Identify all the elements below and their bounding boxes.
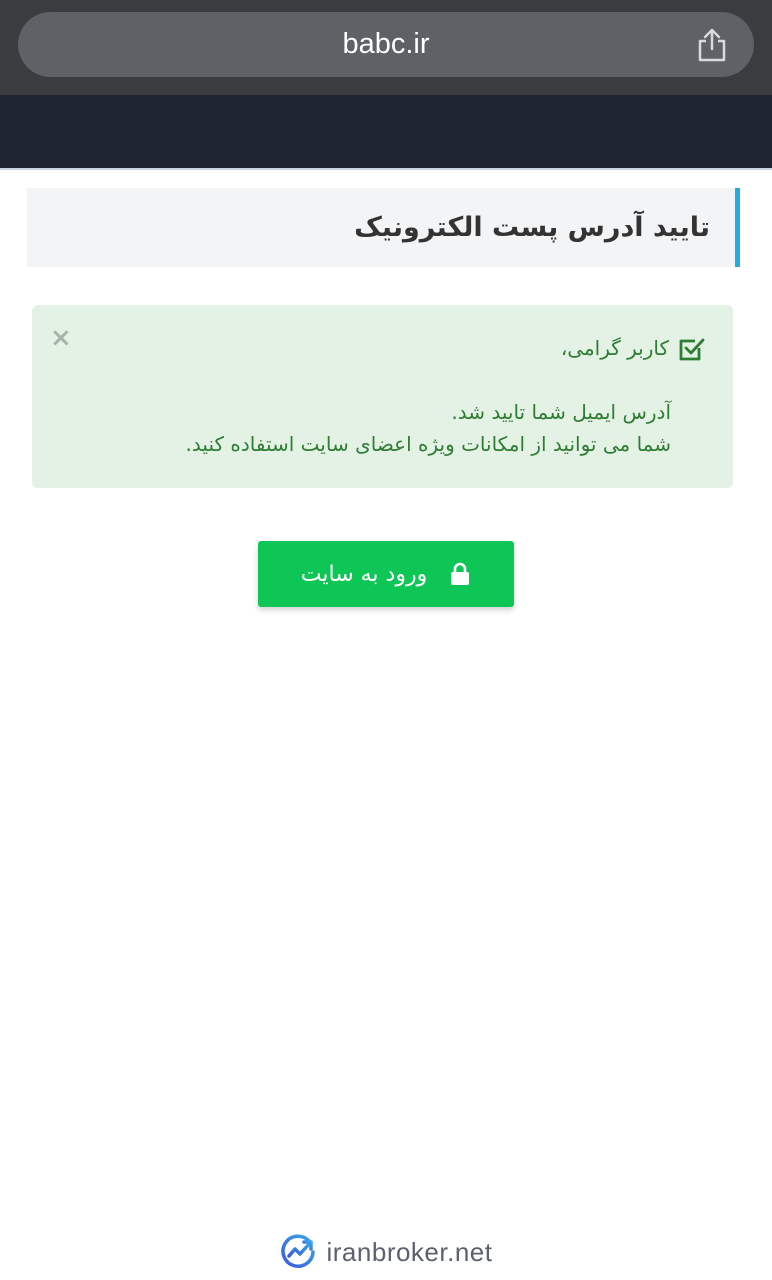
success-alert: × کاربر گرامی، آدرس ایمیل شما تایید شد. …	[32, 305, 733, 488]
close-icon[interactable]: ×	[50, 323, 72, 353]
alert-message-line: آدرس ایمیل شما تایید شد.	[451, 400, 671, 424]
login-button-label: ورود به سایت	[300, 561, 428, 587]
footer-brand: iranbroker.net	[0, 1232, 772, 1272]
page-title-box: تایید آدرس پست الکترونیک	[27, 188, 740, 267]
page-title: تایید آدرس پست الکترونیک	[354, 212, 710, 243]
share-icon[interactable]	[694, 27, 730, 63]
checkbox-check-icon	[679, 338, 705, 361]
url-text: babc.ir	[342, 28, 430, 60]
browser-toolbar: babc.ir	[0, 0, 772, 95]
login-button[interactable]: ورود به سایت	[258, 541, 514, 607]
footer-brand-text: iranbroker.net	[326, 1236, 493, 1267]
alert-greeting: کاربر گرامی،	[560, 336, 669, 360]
alert-message-line: شما می توانید از امکانات ویژه اعضای سایت…	[185, 432, 671, 456]
iranbroker-logo-icon	[280, 1234, 315, 1268]
site-header	[0, 95, 772, 168]
header-divider	[0, 168, 772, 170]
lock-icon	[451, 562, 470, 585]
address-bar[interactable]: babc.ir	[18, 12, 754, 77]
